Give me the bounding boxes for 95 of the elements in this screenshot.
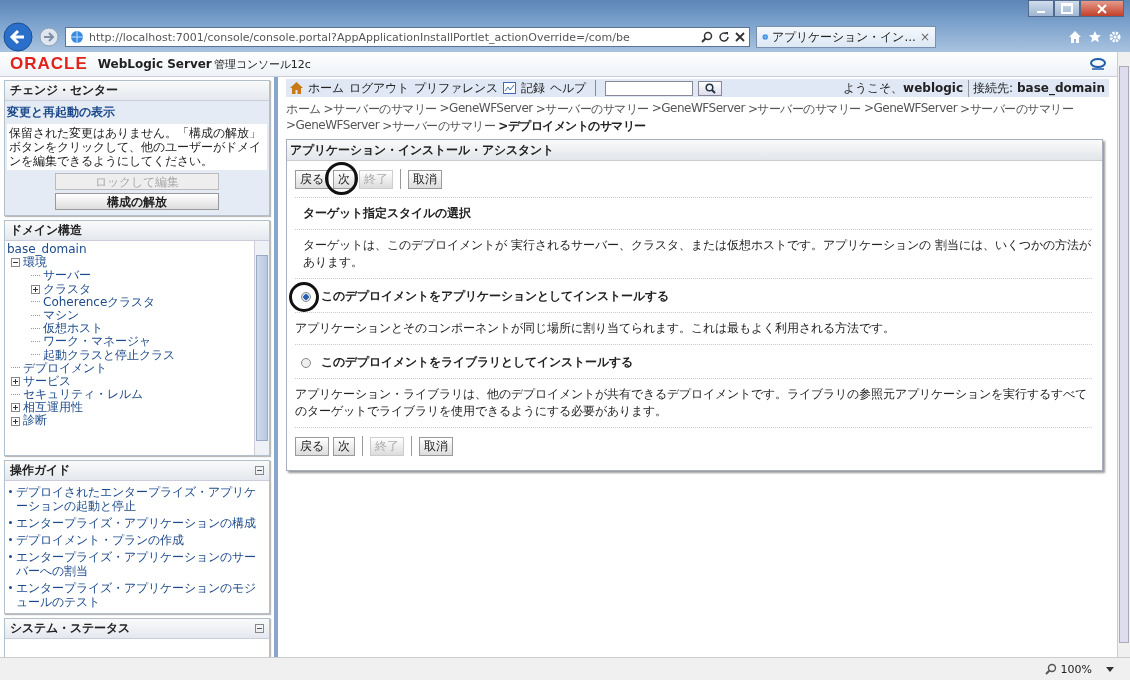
- toolbar-link[interactable]: ログアウト: [349, 79, 409, 97]
- page-scrollbar[interactable]: [1117, 52, 1130, 657]
- assistant-title: アプリケーション・インストール・アシスタント: [287, 140, 1102, 161]
- tab-close-button[interactable]: ×: [919, 30, 930, 44]
- section-heading: ターゲット指定スタイルの選択: [295, 198, 1092, 230]
- radio-button[interactable]: [301, 357, 311, 368]
- toolbar-link[interactable]: 記録: [521, 79, 545, 97]
- search-icon: [704, 82, 716, 94]
- guide-link[interactable]: エンタープライズ・アプリケーションのモジュールのテスト: [16, 581, 267, 609]
- tree-item[interactable]: 環境: [23, 256, 47, 270]
- star-icon[interactable]: [1088, 30, 1102, 44]
- option-description: アプリケーション・ライブラリは、他のデプロイメントが共有できるデプロイメントです。ライブラリの参照元アプリケーションを実行するすべてのターゲットでライブラリを使用できるようにする必要があります。: [295, 379, 1092, 428]
- product-name: WebLogic Server: [97, 57, 212, 71]
- tree-item[interactable]: サービス: [23, 374, 71, 389]
- tab-title: アプリケーション・イン...: [772, 28, 916, 46]
- wizard-button[interactable]: 次: [333, 436, 355, 456]
- wizard-button[interactable]: 次: [333, 169, 355, 189]
- search-button[interactable]: [698, 80, 722, 96]
- refresh-icon[interactable]: [718, 31, 730, 43]
- tree-item[interactable]: 仮想ホスト: [43, 322, 103, 336]
- tree-item[interactable]: デプロイメント: [23, 361, 107, 375]
- option-label[interactable]: このデプロイメントをライブラリとしてインストールする: [321, 354, 633, 371]
- tree-item[interactable]: サーバー: [43, 269, 91, 283]
- change-center-button[interactable]: 構成の解放: [55, 193, 219, 210]
- oval-logo-icon: [1089, 58, 1107, 70]
- address-bar[interactable]: http://localhost:7001/console/console.portal?AppApplicationInstallPortlet_actionOverride=/com/be: [65, 27, 750, 47]
- wizard-button[interactable]: 取消: [419, 436, 453, 456]
- breadcrumb-link[interactable]: >GeneWFServer: [286, 118, 380, 135]
- browser-tab[interactable]: アプリケーション・イン... ×: [756, 26, 936, 48]
- scrollbar[interactable]: [254, 241, 269, 455]
- option-label[interactable]: このデプロイメントをアプリケーションとしてインストールする: [321, 288, 669, 305]
- wizard-button[interactable]: 戻る: [295, 436, 329, 456]
- tree-item[interactable]: Coherenceクラスタ: [43, 295, 156, 309]
- welcome-text: ようこそ、weblogic: [843, 79, 964, 97]
- change-center-message: 保留された変更はありません。「構成の解放」ボタンをクリックして、他のユーザーがドメインを編集できるようにしてください。: [7, 124, 267, 170]
- panel-title: システム・ステータス: [10, 620, 130, 637]
- tree-toggle-icon[interactable]: [11, 416, 20, 426]
- oracle-logo: ORACLE: [10, 54, 88, 74]
- tree-item[interactable]: クラスタ: [43, 282, 91, 296]
- zoom-level[interactable]: 100%: [1060, 662, 1092, 676]
- tree-toggle-icon[interactable]: [31, 284, 40, 294]
- breadcrumb-link[interactable]: >サーバーのサマリー: [323, 101, 437, 118]
- guide-link[interactable]: エンタープライズ・アプリケーションのサーバーへの割当: [16, 550, 267, 578]
- wizard-button[interactable]: 戻る: [295, 169, 329, 189]
- tree-item[interactable]: 診断: [23, 414, 47, 428]
- breadcrumb-link[interactable]: >サーバーのサマリー: [747, 101, 861, 118]
- breadcrumb-link[interactable]: >GeneWFServer: [651, 101, 745, 118]
- tree-toggle-icon[interactable]: [11, 258, 20, 268]
- tree-item[interactable]: ワーク・マネージャ: [43, 335, 151, 349]
- search-icon[interactable]: [701, 31, 713, 43]
- radio-button[interactable]: [301, 291, 311, 302]
- guide-link[interactable]: デプロイメント・プランの作成: [16, 533, 184, 547]
- connection-text: 接続先: base_domain: [968, 79, 1105, 97]
- toolbar-link[interactable]: ホーム: [308, 79, 344, 97]
- guide-link[interactable]: デプロイされたエンタープライズ・アプリケーションの起動と停止: [16, 485, 267, 513]
- option-description: アプリケーションとそのコンポーネントが同じ場所に割り当てられます。これは最もよく利用される方法です。: [295, 313, 1092, 345]
- toolbar-link[interactable]: プリファレンス: [414, 79, 498, 97]
- maximize-button[interactable]: [1054, 0, 1080, 17]
- panel-title: 操作ガイド: [10, 462, 70, 479]
- breadcrumb-link[interactable]: >GeneWFServer: [863, 101, 958, 118]
- breadcrumb-link[interactable]: >サーバーのサマリー: [960, 101, 1074, 118]
- stop-icon[interactable]: [735, 32, 745, 42]
- intro-text: ターゲットは、このデプロイメントが 実行されるサーバー、クラスタ、または仮想ホストです。アプリケーションの 割当には、いくつかの方法があります。: [295, 230, 1092, 279]
- back-button[interactable]: [3, 22, 33, 52]
- home-icon: [290, 82, 303, 94]
- zoom-icon: [1044, 663, 1057, 675]
- changes-link[interactable]: 変更と再起動の表示: [7, 104, 267, 121]
- close-icon: [1097, 3, 1107, 14]
- globe-icon: [70, 30, 84, 44]
- breadcrumb-link[interactable]: >サーバーのサマリー: [535, 101, 649, 118]
- chart-icon: [503, 82, 516, 94]
- collapse-icon[interactable]: [255, 466, 264, 475]
- breadcrumb-link[interactable]: >GeneWFServer: [439, 101, 533, 118]
- caret-icon[interactable]: [1106, 666, 1114, 672]
- collapse-icon[interactable]: [255, 624, 264, 633]
- tree-toggle-icon[interactable]: [11, 377, 20, 386]
- guide-link[interactable]: エンタープライズ・アプリケーションの構成: [16, 516, 256, 530]
- minimize-button[interactable]: [1028, 0, 1054, 17]
- tree-toggle-icon[interactable]: [11, 403, 20, 413]
- toolbar-link[interactable]: ヘルプ: [550, 79, 586, 97]
- tree-item[interactable]: 相互運用性: [23, 401, 83, 415]
- forward-button[interactable]: [39, 27, 59, 47]
- console-subtitle: 管理コンソール12c: [213, 56, 311, 72]
- tree-item[interactable]: 起動クラスと停止クラス: [43, 348, 175, 362]
- close-button[interactable]: [1080, 0, 1124, 17]
- breadcrumb-link[interactable]: ホーム: [286, 101, 321, 118]
- tree-item[interactable]: base_domain: [7, 243, 87, 257]
- tree-item[interactable]: マシン: [43, 308, 79, 323]
- panel-title: ドメイン構造: [5, 221, 269, 241]
- breadcrumb-link[interactable]: >デプロイメントのサマリー: [498, 118, 646, 135]
- wizard-button[interactable]: 取消: [408, 169, 442, 189]
- search-field[interactable]: [605, 80, 693, 96]
- breadcrumb-link[interactable]: >サーバーのサマリー: [382, 118, 496, 135]
- tree-item[interactable]: セキュリティ・レルム: [23, 388, 143, 402]
- panel-title: チェンジ・センター: [5, 81, 269, 101]
